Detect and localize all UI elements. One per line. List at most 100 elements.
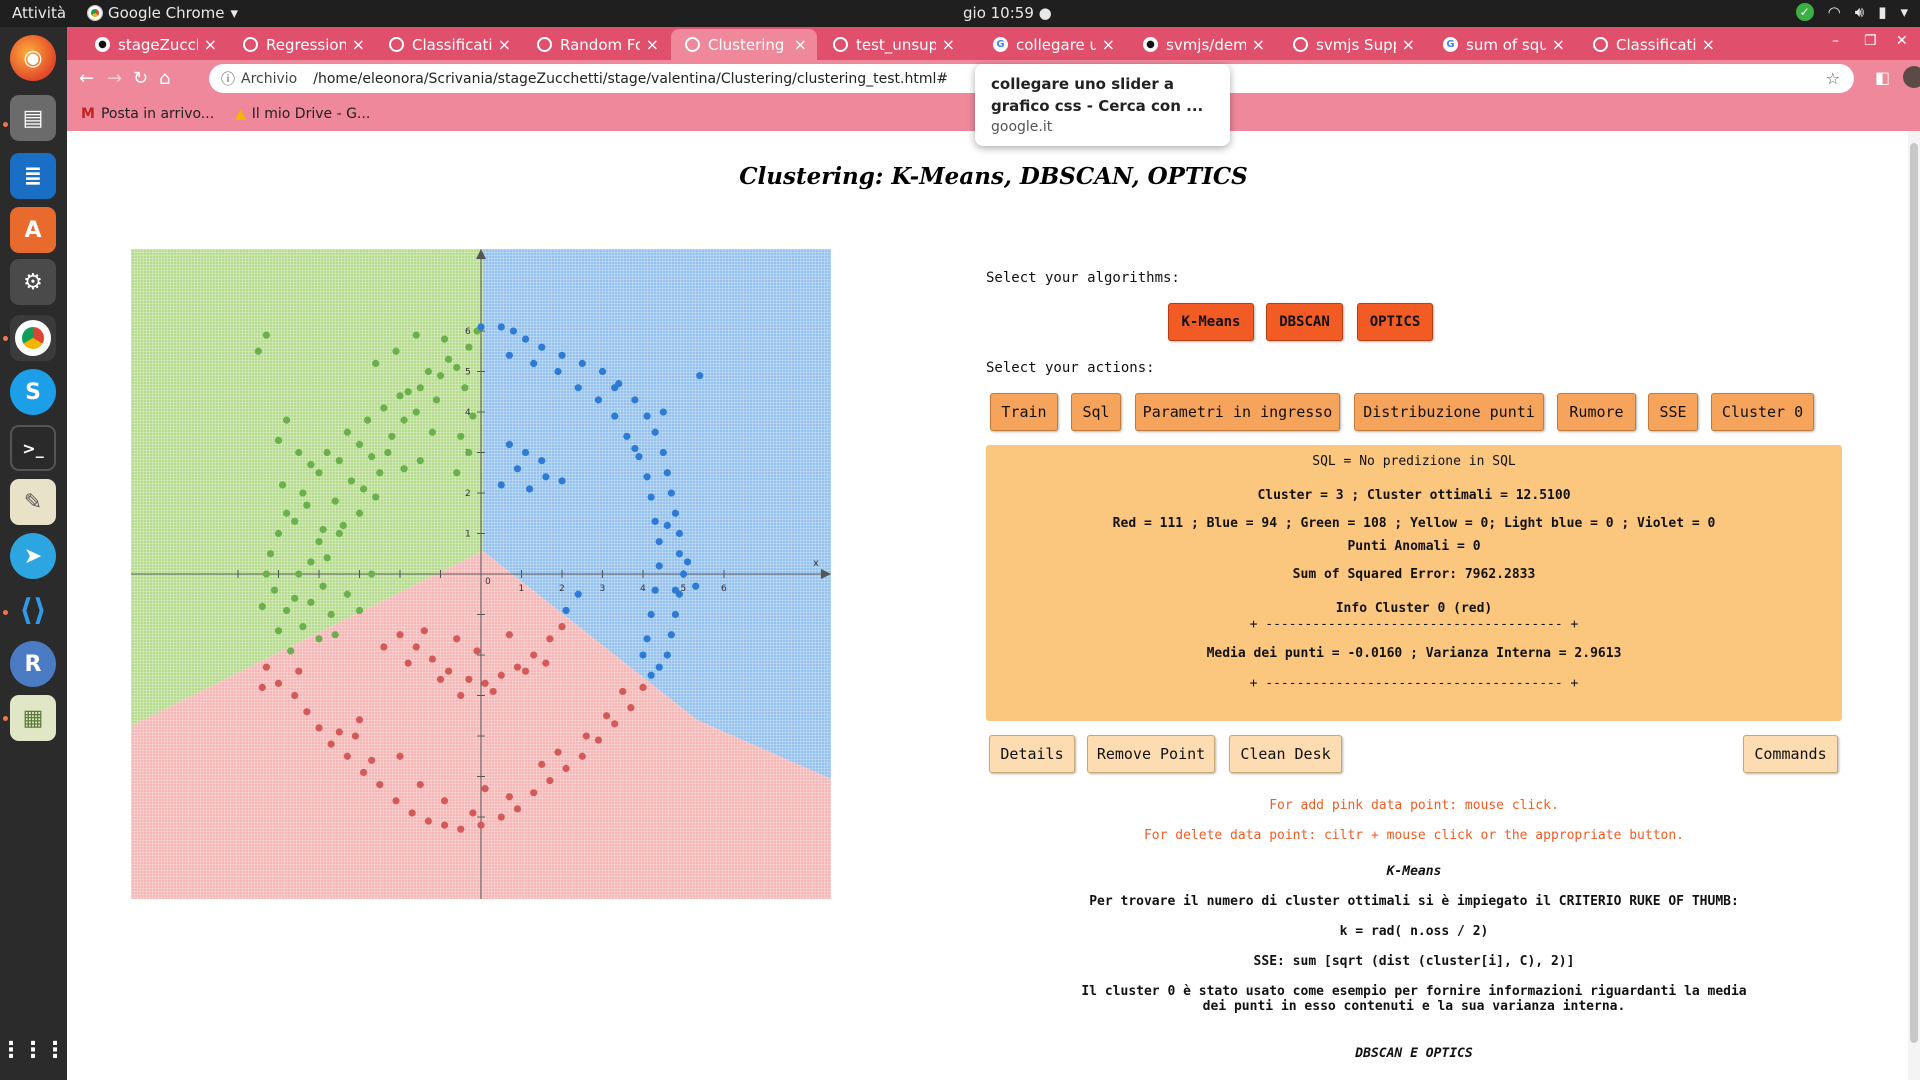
data-point[interactable] — [594, 396, 603, 404]
data-point[interactable] — [291, 691, 299, 700]
telegram-icon[interactable]: ➤ — [10, 533, 56, 579]
data-point[interactable] — [262, 663, 270, 671]
close-tab-icon[interactable]: × — [498, 35, 511, 54]
data-point[interactable] — [262, 570, 270, 578]
data-point[interactable] — [453, 635, 461, 643]
sse-button[interactable]: SSE — [1648, 393, 1698, 431]
tab-7[interactable]: Gcollegare un × — [979, 29, 1125, 60]
data-point[interactable] — [627, 704, 635, 712]
software-center-icon[interactable]: A — [10, 207, 56, 253]
data-point[interactable] — [323, 554, 331, 562]
data-point[interactable] — [667, 489, 675, 497]
data-point[interactable] — [339, 521, 347, 529]
data-point[interactable] — [457, 432, 465, 440]
tab-3[interactable]: Classificatio × — [375, 29, 521, 60]
data-point[interactable] — [477, 323, 485, 331]
data-point[interactable] — [404, 388, 412, 396]
data-point[interactable] — [343, 752, 351, 760]
data-point[interactable] — [671, 610, 680, 619]
data-point[interactable] — [663, 521, 671, 529]
data-point[interactable] — [465, 675, 473, 683]
data-point[interactable] — [355, 606, 364, 615]
settings-icon[interactable]: ⚙ — [10, 259, 56, 305]
data-point[interactable] — [266, 550, 274, 558]
battery-icon[interactable]: ▮ — [1878, 3, 1886, 21]
data-point[interactable] — [416, 781, 424, 789]
close-tab-icon[interactable]: × — [1102, 35, 1115, 54]
data-point[interactable] — [671, 586, 680, 594]
data-point[interactable] — [505, 631, 513, 639]
clean-desk-button[interactable]: Clean Desk — [1229, 735, 1342, 773]
data-point[interactable] — [303, 501, 311, 509]
data-point[interactable] — [420, 627, 428, 635]
system-tray[interactable]: ✓ ◠ 🔊︎ ▮ ▾ — [1795, 3, 1908, 21]
dbscan-button[interactable]: DBSCAN — [1266, 303, 1343, 341]
data-point[interactable] — [368, 570, 376, 578]
data-point[interactable] — [505, 351, 513, 359]
system-clock[interactable]: gio 10:59 ● — [963, 4, 1052, 22]
data-point[interactable] — [400, 416, 408, 424]
tab-1[interactable]: ● stageZucche × — [81, 29, 227, 60]
data-point[interactable] — [453, 363, 461, 372]
data-point[interactable] — [530, 789, 538, 797]
data-point[interactable] — [505, 440, 513, 448]
data-point[interactable] — [436, 675, 445, 683]
data-point[interactable] — [675, 550, 684, 558]
info-icon[interactable]: ⓘ — [221, 69, 235, 89]
tab-5[interactable]: Clustering × — [671, 29, 817, 60]
close-tab-icon[interactable]: × — [646, 35, 659, 54]
data-point[interactable] — [578, 752, 586, 760]
data-point[interactable] — [663, 469, 671, 477]
data-point[interactable] — [315, 635, 323, 643]
data-point[interactable] — [303, 708, 311, 716]
data-point[interactable] — [679, 570, 688, 578]
close-tab-icon[interactable]: × — [1402, 35, 1415, 54]
data-point[interactable] — [623, 432, 631, 440]
back-icon[interactable]: ← — [79, 68, 94, 89]
data-point[interactable] — [671, 509, 680, 517]
optics-button[interactable]: OPTICS — [1357, 303, 1433, 341]
terminal-icon[interactable]: >_ — [10, 425, 56, 471]
data-point[interactable] — [639, 683, 647, 691]
data-point[interactable] — [307, 598, 315, 606]
data-point[interactable] — [315, 538, 323, 546]
chevron-down-icon[interactable]: ▾ — [1900, 3, 1908, 21]
close-tab-icon[interactable]: × — [1702, 35, 1715, 54]
show-applications-icon[interactable]: ⋮⋮⋮ — [0, 1027, 66, 1073]
data-point[interactable] — [392, 347, 400, 355]
bookmark-item[interactable]: ▲ Il mio Drive - G... — [235, 106, 370, 122]
update-check-icon[interactable]: ✓ — [1795, 3, 1814, 21]
data-point[interactable] — [283, 509, 291, 517]
app-menu[interactable]: Google Chrome ▾ — [88, 4, 238, 22]
data-point[interactable] — [283, 606, 291, 615]
star-icon[interactable]: ☆ — [1826, 69, 1840, 88]
data-point[interactable] — [440, 797, 449, 805]
data-point[interactable] — [327, 610, 335, 619]
data-point[interactable] — [631, 396, 639, 404]
data-point[interactable] — [380, 404, 388, 412]
data-point[interactable] — [594, 736, 603, 744]
data-point[interactable] — [274, 436, 283, 444]
close-tab-icon[interactable]: × — [1252, 35, 1265, 54]
data-point[interactable] — [295, 667, 303, 675]
data-point[interactable] — [578, 359, 586, 367]
data-point[interactable] — [631, 444, 639, 453]
data-point[interactable] — [647, 671, 655, 679]
data-point[interactable] — [368, 452, 376, 461]
data-point[interactable] — [558, 351, 566, 359]
tab-6[interactable]: test_unsupe × — [819, 29, 965, 60]
data-point[interactable] — [655, 562, 663, 570]
tab-9[interactable]: svmjs Suppo × — [1279, 29, 1425, 60]
data-point[interactable] — [554, 367, 562, 376]
data-point[interactable] — [651, 586, 659, 594]
data-point[interactable] — [558, 477, 566, 485]
data-point[interactable] — [262, 331, 270, 339]
data-point[interactable] — [376, 781, 384, 789]
minimize-window-icon[interactable]: – — [1832, 33, 1839, 49]
data-point[interactable] — [254, 347, 262, 355]
page-scrollbar[interactable] — [1908, 131, 1920, 1080]
data-point[interactable] — [428, 655, 436, 663]
point-distribution-button[interactable]: Distribuzione punti — [1354, 393, 1544, 431]
data-point[interactable] — [598, 367, 607, 376]
chrome-dock-icon[interactable] — [10, 315, 56, 361]
